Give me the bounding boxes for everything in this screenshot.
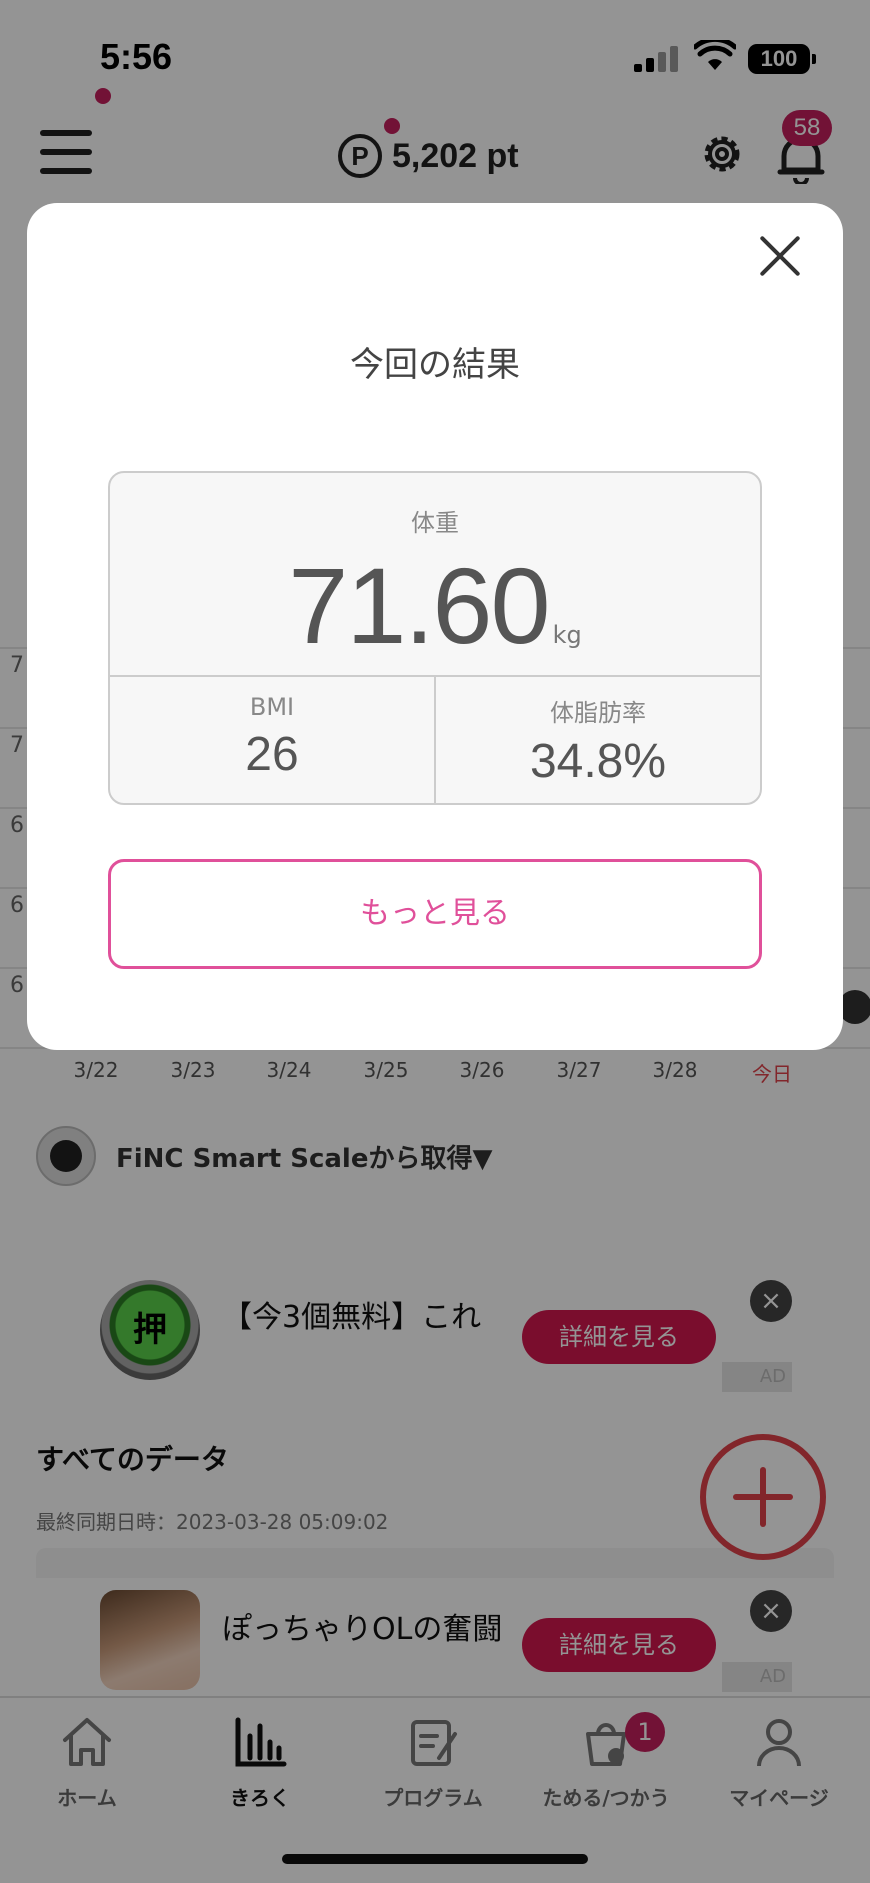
close-icon[interactable] bbox=[757, 233, 803, 279]
bmi-cell: BMI 26 bbox=[110, 677, 434, 803]
body-fat-label: 体脂肪率 bbox=[550, 699, 646, 727]
weight-value: 71.60 bbox=[288, 545, 550, 666]
body-fat-cell: 体脂肪率 34.8% bbox=[436, 677, 760, 803]
bmi-value: 26 bbox=[245, 728, 299, 781]
body-fat-value: 34.8% bbox=[529, 735, 667, 788]
result-modal: 今回の結果 体重 71.60 kg BMI 26 体脂肪率 34.8% もっと見る bbox=[27, 203, 843, 1050]
result-summary: 体重 71.60 kg BMI 26 体脂肪率 34.8% bbox=[108, 471, 762, 805]
bmi-label: BMI bbox=[249, 693, 295, 721]
weight-unit: kg bbox=[552, 621, 582, 649]
weight-label: 体重 bbox=[411, 509, 459, 537]
modal-title: 今回の結果 bbox=[350, 345, 520, 385]
weight-row: 71.60 kg bbox=[110, 543, 760, 668]
see-more-button[interactable]: もっと見る bbox=[108, 859, 762, 969]
